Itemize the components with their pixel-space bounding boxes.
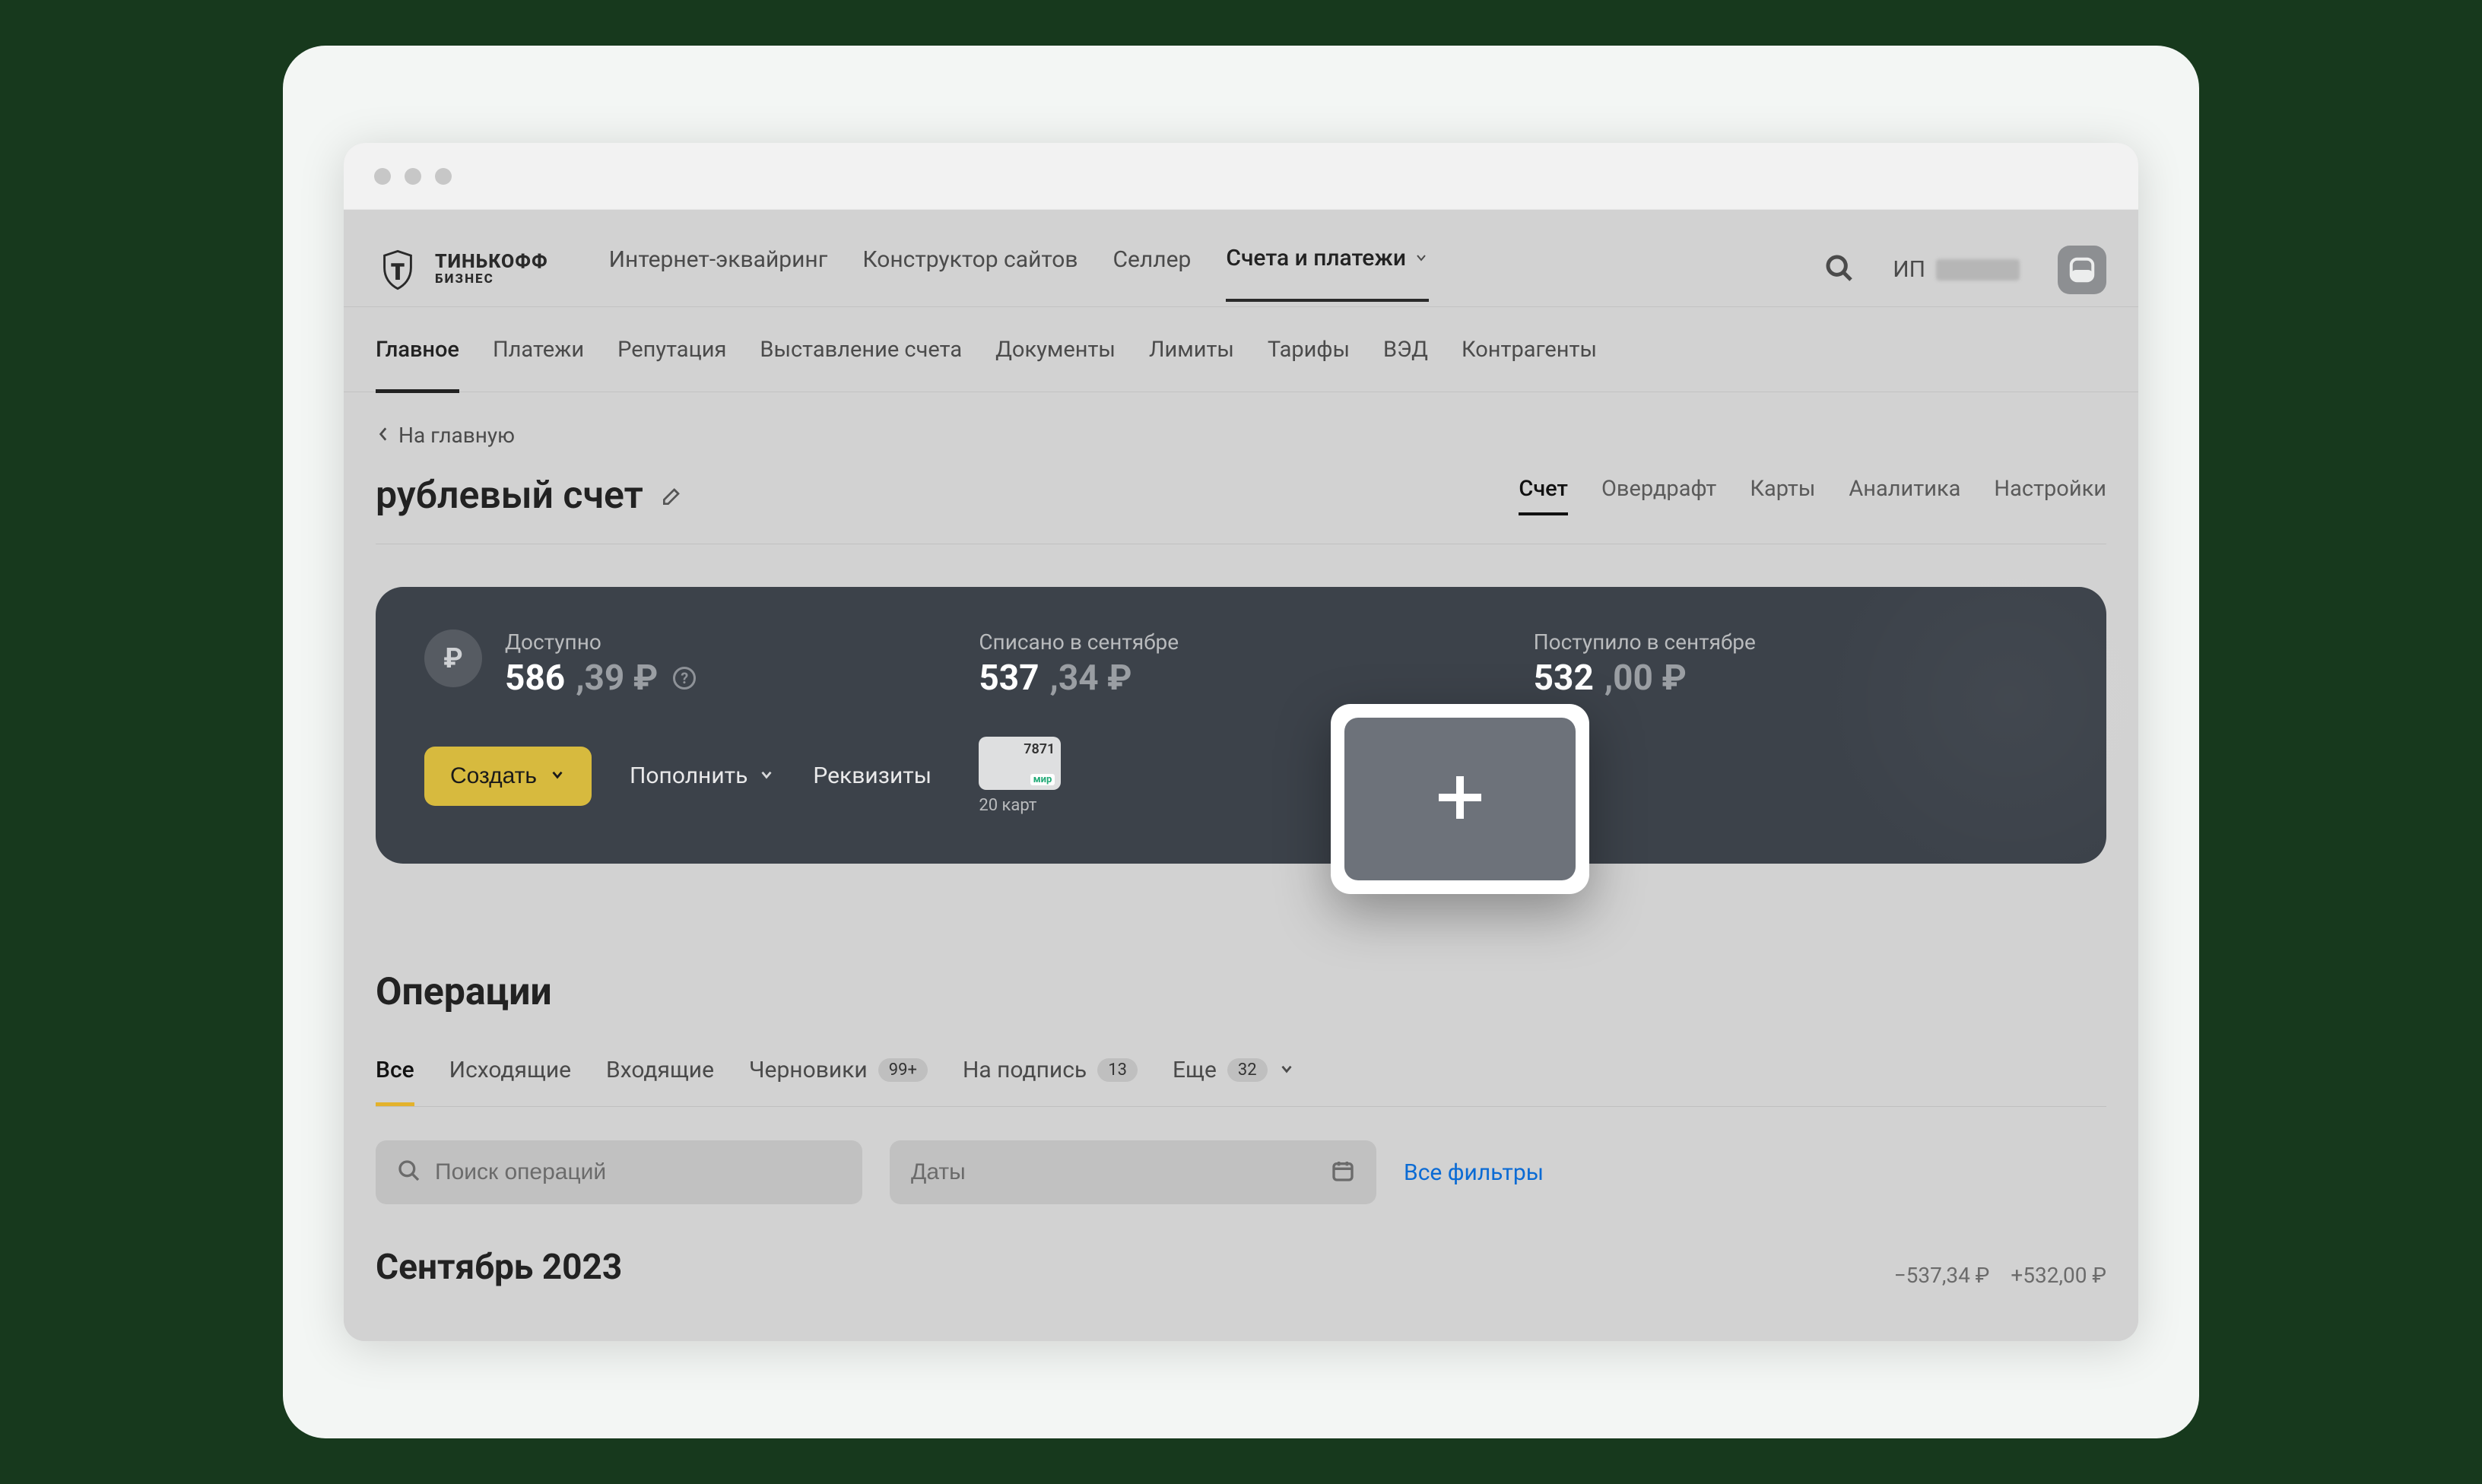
app-window: ТИНЬКОФФ БИЗНЕС Интернет-эквайринг Конст… — [344, 143, 2138, 1341]
search-icon[interactable] — [1824, 253, 1855, 287]
tab-account[interactable]: Счет — [1519, 476, 1568, 515]
sub-nav: Главное Платежи Репутация Выставление сч… — [344, 307, 2138, 392]
brand-line2: БИЗНЕС — [435, 273, 548, 287]
ops-tabs: Все Исходящие Входящие Черновики 99+ На … — [376, 1057, 2106, 1107]
in-amount: 532,00 ₽ — [1534, 658, 2058, 699]
traffic-light-close[interactable] — [374, 168, 391, 185]
user-chip[interactable]: ИП — [1893, 256, 2020, 283]
subnav-item-payments[interactable]: Платежи — [493, 306, 584, 393]
edit-icon[interactable] — [660, 474, 684, 518]
ops-tab-in[interactable]: Входящие — [606, 1057, 714, 1106]
ops-drafts-badge: 99+ — [878, 1058, 928, 1082]
traffic-light-max[interactable] — [435, 168, 452, 185]
tab-settings[interactable]: Настройки — [1994, 476, 2106, 515]
in-frac: ,00 ₽ — [1604, 658, 1687, 699]
apps-icon[interactable] — [2058, 246, 2106, 294]
tab-cards[interactable]: Карты — [1750, 476, 1815, 515]
add-card-callout[interactable] — [1331, 704, 1589, 894]
chevron-down-icon — [1414, 245, 1429, 271]
topnav-item-accounts-label: Счета и платежи — [1226, 245, 1406, 271]
in-label: Поступило в сентябре — [1534, 629, 2058, 655]
brand-line1: ТИНЬКОФФ — [435, 252, 548, 272]
subnav-item-reputation[interactable]: Репутация — [617, 306, 726, 393]
details-link[interactable]: Реквизиты — [813, 763, 932, 789]
ops-tab-more[interactable]: Еще 32 — [1173, 1057, 1295, 1106]
ruble-icon: ₽ — [424, 629, 482, 687]
out-label: Списано в сентябре — [979, 629, 1503, 655]
out-amount: 537 ,34 ₽ — [979, 658, 1503, 699]
out-frac: ,34 ₽ — [1050, 658, 1132, 699]
month-title: Сентябрь 2023 — [376, 1247, 622, 1288]
ops-sign-badge: 13 — [1097, 1058, 1138, 1082]
user-prefix: ИП — [1893, 256, 1925, 283]
back-link-label: На главную — [398, 423, 515, 448]
month-in: +532,00 ₽ — [2011, 1263, 2106, 1288]
chevron-down-icon — [758, 763, 775, 789]
chevron-down-icon — [549, 763, 566, 789]
brand-text: ТИНЬКОФФ БИЗНЕС — [435, 252, 548, 286]
subnav-item-ved[interactable]: ВЭД — [1383, 306, 1428, 393]
page-title: рублевый счет — [376, 474, 643, 518]
subnav-item-tariffs[interactable]: Тарифы — [1268, 306, 1350, 393]
back-link[interactable]: На главную — [376, 423, 2106, 448]
subnav-item-main[interactable]: Главное — [376, 306, 459, 393]
create-button[interactable]: Создать — [424, 747, 592, 806]
topup-link[interactable]: Пополнить — [630, 763, 775, 789]
in-int: 532 — [1534, 658, 1594, 699]
ops-title: Операции — [376, 970, 2106, 1014]
user-name-redacted — [1936, 259, 2020, 281]
top-nav: ТИНЬКОФФ БИЗНЕС Интернет-эквайринг Конст… — [344, 210, 2138, 307]
card-system: мир — [1030, 774, 1055, 785]
dates-input[interactable] — [911, 1159, 1317, 1185]
subnav-item-invoice[interactable]: Выставление счета — [760, 306, 962, 393]
topnav-item-acquiring[interactable]: Интернет-эквайринг — [609, 239, 828, 300]
chevron-left-icon — [376, 423, 392, 448]
traffic-light-min[interactable] — [405, 168, 421, 185]
card-mini[interactable]: 7871 мир — [979, 737, 1061, 790]
search-input[interactable] — [435, 1159, 841, 1185]
help-icon[interactable]: ? — [673, 667, 696, 690]
out-int: 537 — [979, 658, 1039, 699]
dates-field[interactable] — [890, 1140, 1376, 1204]
topnav-item-sitebuilder[interactable]: Конструктор сайтов — [862, 239, 1078, 300]
ops-tab-drafts-label: Черновики — [749, 1057, 868, 1083]
calendar-icon — [1331, 1159, 1355, 1186]
subnav-item-partners[interactable]: Контрагенты — [1462, 306, 1597, 393]
available-label: Доступно — [505, 629, 696, 655]
balance-panel: ₽ Доступно 586 ,39 ₽ ? Списано в сентябре… — [376, 587, 2106, 864]
add-card-tile[interactable] — [1344, 718, 1576, 880]
subnav-item-limits[interactable]: Лимиты — [1149, 306, 1234, 393]
brand-logo[interactable]: ТИНЬКОФФ БИЗНЕС — [376, 248, 548, 292]
available-int: 586 — [505, 658, 565, 699]
brand-crest-icon — [376, 248, 420, 292]
ops-more-badge: 32 — [1227, 1058, 1268, 1082]
plus-icon — [1430, 767, 1490, 831]
search-icon — [397, 1159, 421, 1186]
ops-tab-all[interactable]: Все — [376, 1057, 414, 1106]
page-content: На главную рублевый счет Счет Овердрафт … — [344, 392, 2138, 1341]
tab-overdraft[interactable]: Овердрафт — [1601, 476, 1716, 515]
window-titlebar — [344, 143, 2138, 210]
topnav-item-seller[interactable]: Селлер — [1112, 239, 1191, 300]
search-field[interactable] — [376, 1140, 862, 1204]
all-filters-link[interactable]: Все фильтры — [1404, 1159, 1544, 1186]
ops-tab-sign[interactable]: На подпись 13 — [963, 1057, 1138, 1106]
create-button-label: Создать — [450, 763, 537, 789]
subnav-item-docs[interactable]: Документы — [995, 306, 1116, 393]
ops-tab-more-label: Еще — [1173, 1057, 1217, 1083]
details-link-label: Реквизиты — [813, 763, 932, 789]
tab-analytics[interactable]: Аналитика — [1849, 476, 1960, 515]
ops-tab-sign-label: На подпись — [963, 1057, 1087, 1083]
topup-link-label: Пополнить — [630, 763, 747, 789]
ops-tab-drafts[interactable]: Черновики 99+ — [749, 1057, 928, 1106]
available-frac: ,39 ₽ — [576, 658, 658, 699]
topnav-item-accounts[interactable]: Счета и платежи — [1226, 237, 1429, 302]
chevron-down-icon — [1278, 1057, 1295, 1083]
card-last4: 7871 — [1024, 741, 1055, 757]
month-out: −537,34 ₽ — [1894, 1263, 1990, 1288]
ops-tab-out[interactable]: Исходящие — [449, 1057, 571, 1106]
available-amount: 586 ,39 ₽ ? — [505, 658, 696, 699]
